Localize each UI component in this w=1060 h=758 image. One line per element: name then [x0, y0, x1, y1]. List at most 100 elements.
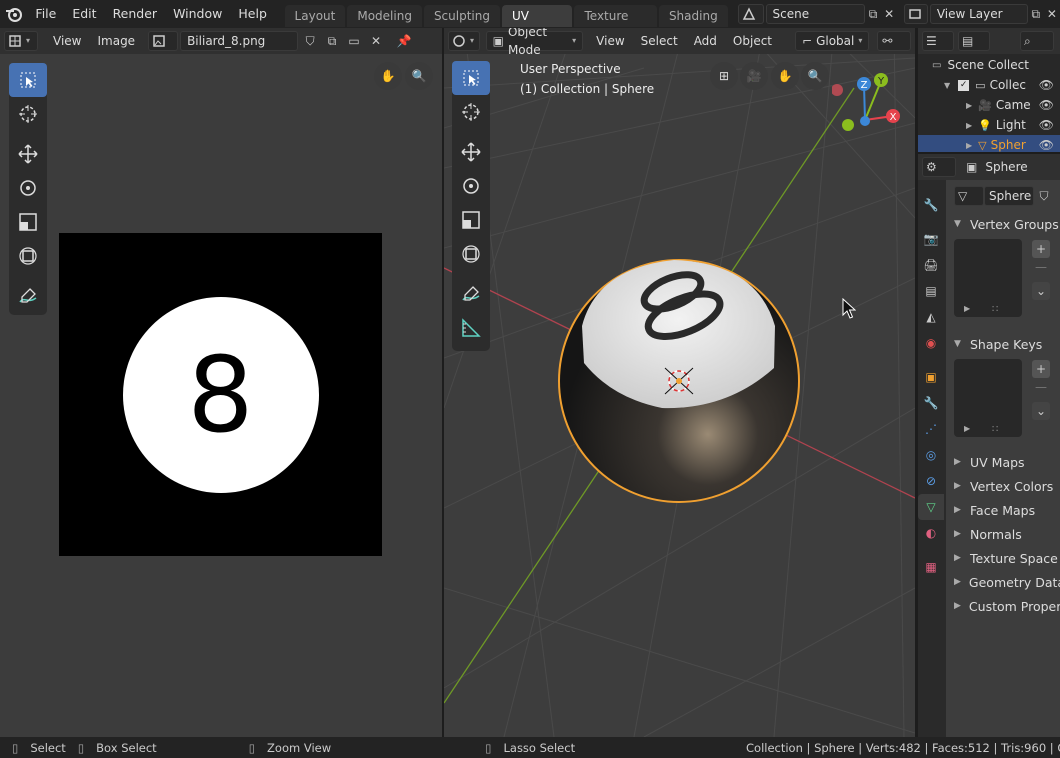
texture-tab-icon[interactable]: ▦: [918, 554, 944, 580]
navigation-gizmo[interactable]: X Y Z: [832, 70, 902, 150]
tab-shading[interactable]: Shading: [658, 4, 728, 27]
image-zoom-icon[interactable]: 🔍: [405, 62, 433, 90]
image-editor-menu-view[interactable]: View: [46, 31, 88, 51]
physics-tab-icon[interactable]: ◎: [918, 442, 944, 468]
mode-dropdown[interactable]: ▣ Object Mode ▾: [485, 28, 584, 57]
visibility-eye-icon[interactable]: 👁: [1039, 98, 1054, 112]
mesh-browse-dropdown[interactable]: ▽: [954, 186, 984, 206]
vp-cursor-tool[interactable]: [452, 95, 490, 129]
menu-help[interactable]: Help: [230, 0, 275, 28]
remove-vertex-group-button[interactable]: —: [1032, 258, 1050, 276]
mesh-fake-user-shield-icon[interactable]: ⛉: [1034, 186, 1054, 206]
shape-keys-list[interactable]: ▶ ∷: [954, 359, 1022, 437]
particles-tab-icon[interactable]: ⋰: [918, 416, 944, 442]
viewport-menu-view[interactable]: View: [589, 31, 631, 51]
list-expand-icon[interactable]: ▶: [964, 304, 970, 313]
new-image-icon[interactable]: ⧉: [322, 31, 342, 51]
image-pan-hand-icon[interactable]: ✋: [374, 62, 402, 90]
render-tab-icon[interactable]: 📷: [918, 226, 944, 252]
scene-name-field[interactable]: Scene: [765, 4, 865, 24]
panel-shape-keys[interactable]: ▼ Shape Keys: [946, 332, 1060, 356]
mesh-name-field[interactable]: Sphere: [984, 186, 1034, 206]
delete-view-layer-icon[interactable]: ✕: [1044, 4, 1060, 24]
transform-tool[interactable]: [9, 239, 47, 273]
viewport-menu-object[interactable]: Object: [726, 31, 779, 51]
camera-view-icon[interactable]: 🎥: [740, 62, 768, 90]
open-image-folder-icon[interactable]: ▭: [344, 31, 364, 51]
vp-move-tool[interactable]: [452, 135, 490, 169]
transform-orientation-dropdown[interactable]: ⌐ Global ▾: [795, 31, 870, 51]
vp-annotate-tool[interactable]: [452, 277, 490, 311]
pan-hand-icon[interactable]: ✋: [771, 62, 799, 90]
tool-tab-icon[interactable]: 🔧: [918, 192, 944, 218]
image-editor-menu-image[interactable]: Image: [90, 31, 142, 51]
outliner-row-light[interactable]: ▶ 💡 Light 👁: [918, 115, 1060, 135]
panel-uv-maps[interactable]: ▶ UV Maps: [946, 450, 1060, 474]
cursor-tool[interactable]: [9, 97, 47, 131]
panel-texture-space[interactable]: ▶ Texture Space: [946, 546, 1060, 570]
annotate-tool[interactable]: [9, 279, 47, 313]
world-tab-icon[interactable]: ◉: [918, 330, 944, 356]
scene-tab-icon[interactable]: ◭: [918, 304, 944, 330]
scene-type-dropdown[interactable]: [737, 4, 764, 24]
new-view-layer-icon[interactable]: ⧉: [1028, 4, 1044, 24]
view-layer-type-dropdown[interactable]: [903, 4, 928, 24]
mesh-data-tab-icon[interactable]: ▽: [918, 494, 944, 520]
shape-keys-menu-button[interactable]: ⌄: [1032, 402, 1050, 420]
image-browse-dropdown[interactable]: [148, 31, 179, 51]
outliner-row-collection[interactable]: ▼ ✓ ▭ Collec 👁: [918, 75, 1060, 95]
remove-shape-key-button[interactable]: —: [1032, 378, 1050, 396]
delete-scene-icon[interactable]: ✕: [881, 4, 897, 24]
add-vertex-group-button[interactable]: +: [1032, 240, 1050, 258]
tab-layout[interactable]: Layout: [284, 4, 346, 27]
pin-icon[interactable]: 📌: [394, 31, 414, 51]
move-tool[interactable]: [9, 137, 47, 171]
menu-edit[interactable]: Edit: [64, 0, 104, 28]
add-shape-key-button[interactable]: +: [1032, 360, 1050, 378]
material-tab-icon[interactable]: ◐: [918, 520, 944, 546]
new-scene-icon[interactable]: ⧉: [865, 4, 881, 24]
menu-window[interactable]: Window: [165, 0, 230, 28]
vertex-groups-menu-button[interactable]: ⌄: [1032, 282, 1050, 300]
list-drag-handle-icon[interactable]: ∷: [992, 304, 998, 315]
vp-select-box-tool[interactable]: [452, 61, 490, 95]
tab-modeling[interactable]: Modeling: [347, 4, 422, 27]
panel-geometry-data[interactable]: ▶ Geometry Data: [946, 570, 1060, 594]
object-tab-icon[interactable]: ▣: [918, 364, 944, 390]
viewport-menu-select[interactable]: Select: [634, 31, 685, 51]
tab-sculpting[interactable]: Sculpting: [423, 4, 500, 27]
blender-logo-icon[interactable]: [0, 6, 27, 22]
editor-type-dropdown[interactable]: ▾: [4, 31, 38, 51]
constraints-tab-icon[interactable]: ⊘: [918, 468, 944, 494]
view-layer-field[interactable]: View Layer: [929, 4, 1028, 24]
3d-viewport[interactable]: ▾ ▣ Object Mode ▾ View Select Add Object…: [444, 28, 915, 737]
select-box-tool[interactable]: [9, 63, 47, 97]
list-expand-icon[interactable]: ▶: [964, 424, 970, 433]
zoom-icon[interactable]: 🔍: [801, 62, 829, 90]
vp-transform-tool[interactable]: [452, 237, 490, 271]
properties-editor-type-dropdown[interactable]: ⚙: [922, 157, 956, 177]
outliner-editor-type-dropdown[interactable]: ☰: [922, 31, 954, 51]
menu-file[interactable]: File: [27, 0, 64, 28]
fake-user-shield-icon[interactable]: ⛉: [300, 31, 320, 51]
outliner-search-field[interactable]: ⌕: [1020, 31, 1054, 51]
tab-texture-paint[interactable]: Texture Paint: [574, 4, 657, 45]
vp-scale-tool[interactable]: [452, 203, 490, 237]
outliner-row-sphere[interactable]: ▶ ▽ Spher 👁: [918, 135, 1060, 152]
checkbox-icon[interactable]: ✓: [958, 79, 970, 91]
menu-render[interactable]: Render: [105, 0, 166, 28]
outliner-scene-collection[interactable]: ▭ Scene Collect: [918, 55, 1060, 75]
panel-normals[interactable]: ▶ Normals: [946, 522, 1060, 546]
tab-uv-editing[interactable]: UV Editing: [501, 4, 573, 45]
visibility-eye-icon[interactable]: 👁: [1039, 78, 1054, 92]
viewport-editor-type-dropdown[interactable]: ▾: [448, 31, 480, 51]
visibility-eye-icon[interactable]: 👁: [1039, 138, 1054, 152]
rotate-tool[interactable]: [9, 171, 47, 205]
visibility-eye-icon[interactable]: 👁: [1039, 118, 1054, 132]
panel-custom-properties[interactable]: ▶ Custom Properti: [946, 594, 1060, 618]
panel-vertex-groups[interactable]: ▼ Vertex Groups: [946, 212, 1060, 236]
modifier-tab-icon[interactable]: 🔧: [918, 390, 944, 416]
image-name-field[interactable]: Biliard_8.png: [180, 31, 299, 51]
outliner-row-camera[interactable]: ▶ 🎥 Came 👁: [918, 95, 1060, 115]
view-layer-tab-icon[interactable]: ▤: [918, 278, 944, 304]
